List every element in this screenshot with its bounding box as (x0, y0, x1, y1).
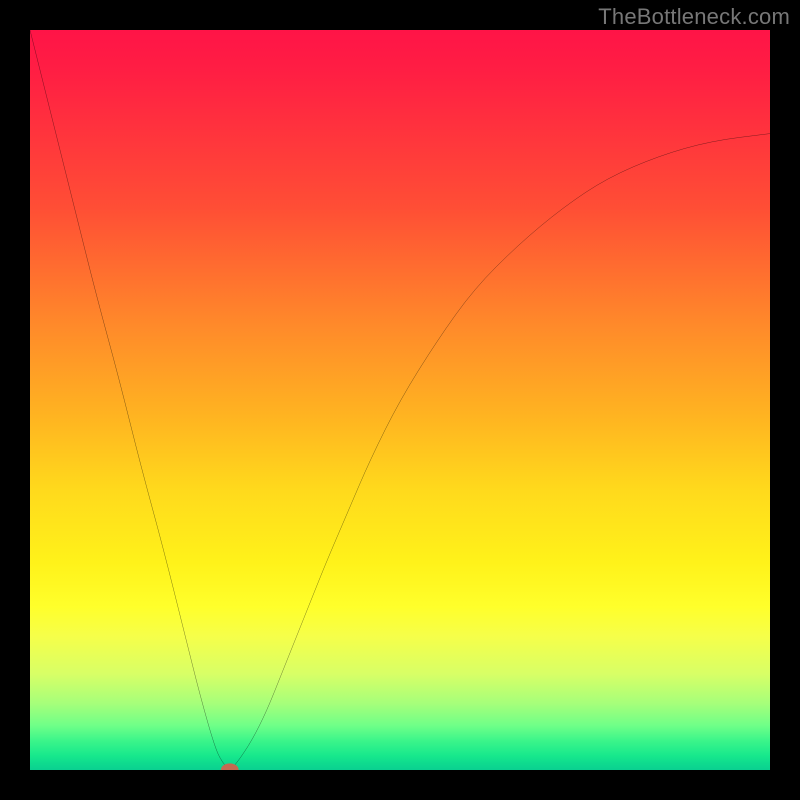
watermark-text: TheBottleneck.com (598, 4, 790, 30)
minimum-marker (221, 763, 239, 770)
curve-svg (30, 30, 770, 770)
bottleneck-curve (30, 30, 770, 768)
chart-frame: TheBottleneck.com (0, 0, 800, 800)
plot-area (30, 30, 770, 770)
